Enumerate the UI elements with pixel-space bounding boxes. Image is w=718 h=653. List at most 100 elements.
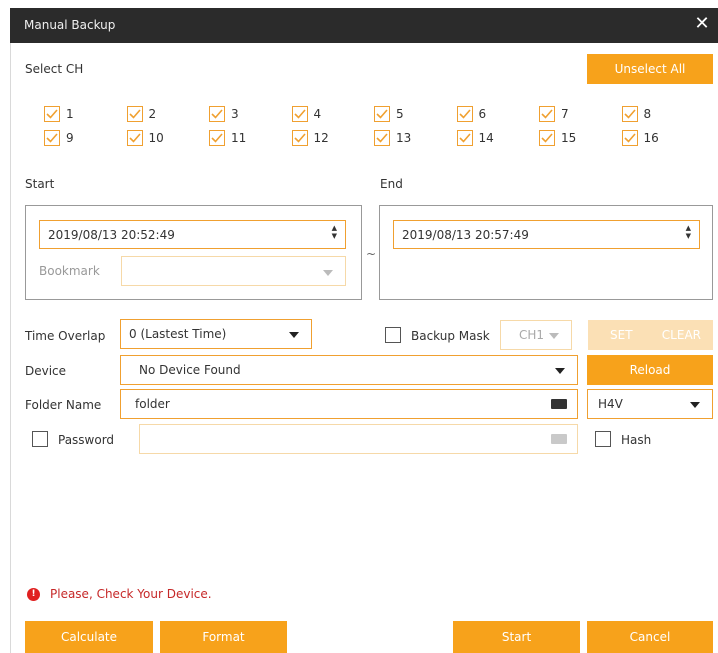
select-ch-label: Select CH	[25, 62, 84, 76]
range-separator: ~	[366, 247, 377, 261]
bookmark-chevron-down-icon	[323, 270, 333, 276]
mask-channel-chevron-down-icon	[549, 333, 559, 339]
channel-label: 16	[643, 131, 659, 145]
mask-channel-select[interactable]: CH1	[500, 320, 572, 350]
error-icon: !	[27, 587, 40, 601]
device-chevron-down-icon	[555, 368, 565, 374]
channel-checkbox-8[interactable]: 8	[621, 106, 682, 122]
start-button[interactable]: Start	[453, 621, 580, 653]
device-label: Device	[25, 364, 67, 378]
backup-mask-checkbox[interactable]	[385, 327, 401, 343]
channel-label: 14	[478, 131, 494, 145]
backup-mask-label: Backup Mask	[411, 329, 490, 343]
check-icon	[374, 130, 390, 146]
end-label: End	[380, 177, 403, 191]
folder-name-label: Folder Name	[25, 398, 102, 412]
time-overlap-chevron-down-icon	[289, 332, 299, 338]
file-format-select[interactable]: H4V	[587, 389, 713, 419]
channel-label: 9	[66, 131, 74, 145]
channel-checkbox-13[interactable]: 13	[374, 130, 434, 146]
title-bar: Manual Backup ✕	[10, 8, 718, 43]
channel-label: 11	[231, 131, 247, 145]
channel-label: 7	[561, 107, 569, 121]
channel-label: 12	[313, 131, 329, 145]
device-value: No Device Found	[139, 363, 241, 377]
channel-checkbox-4[interactable]: 4	[291, 106, 352, 122]
status-message: ! Please, Check Your Device.	[27, 587, 212, 601]
keyboard-icon[interactable]	[551, 434, 567, 444]
channel-label: 10	[148, 131, 164, 145]
channel-checkbox-6[interactable]: 6	[456, 106, 517, 122]
check-icon	[209, 130, 225, 146]
check-icon	[291, 106, 308, 122]
channel-checkbox-5[interactable]: 5	[374, 106, 434, 122]
end-spinner-icon[interactable]: ▲ ▼	[686, 224, 691, 240]
channel-label: 8	[643, 107, 652, 121]
end-panel: 2019/08/13 20:57:49 ▲ ▼	[379, 205, 713, 300]
bookmark-select[interactable]	[121, 256, 346, 286]
check-icon	[621, 106, 638, 122]
cancel-button[interactable]: Cancel	[587, 621, 713, 653]
file-format-chevron-down-icon	[690, 402, 700, 408]
channel-checkbox-7[interactable]: 7	[539, 106, 599, 122]
mask-clear-button[interactable]: CLEAR	[662, 328, 701, 342]
check-icon	[44, 130, 60, 146]
folder-name-value: folder	[135, 397, 170, 411]
format-button[interactable]: Format	[160, 621, 287, 653]
check-icon	[539, 106, 555, 122]
channel-checkbox-14[interactable]: 14	[456, 130, 517, 146]
calculate-button[interactable]: Calculate	[25, 621, 153, 653]
start-datetime-value: 2019/08/13 20:52:49	[48, 227, 175, 242]
check-icon	[126, 106, 143, 122]
start-spinner-icon[interactable]: ▲ ▼	[332, 224, 337, 240]
channel-label: 5	[396, 107, 404, 121]
check-icon	[539, 130, 555, 146]
start-datetime-field[interactable]: 2019/08/13 20:52:49 ▲ ▼	[39, 220, 346, 249]
check-icon	[209, 106, 225, 122]
channel-label: 15	[561, 131, 577, 145]
hash-label: Hash	[621, 433, 652, 447]
window-title: Manual Backup	[24, 18, 116, 32]
channel-label: 3	[231, 107, 239, 121]
file-format-value: H4V	[598, 397, 623, 411]
check-icon	[126, 130, 143, 146]
end-datetime-field[interactable]: 2019/08/13 20:57:49 ▲ ▼	[393, 220, 700, 249]
hash-checkbox[interactable]	[595, 431, 611, 447]
channel-checkbox-15[interactable]: 15	[539, 130, 599, 146]
channel-checkbox-16[interactable]: 16	[621, 130, 682, 146]
mask-set-button[interactable]: SET	[610, 328, 633, 342]
channel-checkbox-2[interactable]: 2	[126, 106, 187, 122]
keyboard-icon[interactable]	[551, 399, 567, 409]
channel-checkbox-10[interactable]: 10	[126, 130, 187, 146]
unselect-all-button[interactable]: Unselect All	[587, 54, 713, 84]
channel-label: 2	[148, 107, 157, 121]
password-input[interactable]	[139, 424, 578, 454]
close-icon[interactable]: ✕	[692, 13, 712, 35]
status-message-text: Please, Check Your Device.	[50, 587, 212, 601]
channel-checkbox-3[interactable]: 3	[209, 106, 269, 122]
channel-checkbox-1[interactable]: 1	[44, 106, 104, 122]
channel-label: 1	[66, 107, 74, 121]
folder-name-input[interactable]: folder	[120, 389, 578, 419]
mask-channel-value: CH1	[519, 328, 545, 342]
password-label: Password	[58, 433, 115, 447]
time-overlap-select[interactable]: 0 (Lastest Time)	[120, 319, 312, 349]
device-select[interactable]: No Device Found	[120, 355, 578, 385]
channel-label: 4	[313, 107, 322, 121]
password-checkbox[interactable]	[32, 431, 48, 447]
channel-label: 6	[478, 107, 487, 121]
bookmark-label: Bookmark	[39, 264, 100, 278]
mask-set-clear-group: SET CLEAR	[588, 320, 713, 350]
channel-label: 13	[396, 131, 412, 145]
end-datetime-value: 2019/08/13 20:57:49	[402, 227, 529, 242]
channel-checkbox-12[interactable]: 12	[291, 130, 352, 146]
reload-button[interactable]: Reload	[587, 355, 713, 385]
check-icon	[621, 130, 638, 146]
check-icon	[374, 106, 390, 122]
time-overlap-value: 0 (Lastest Time)	[129, 327, 227, 341]
start-label: Start	[25, 177, 55, 191]
start-panel: 2019/08/13 20:52:49 ▲ ▼ Bookmark	[25, 205, 362, 300]
channel-checkbox-9[interactable]: 9	[44, 130, 104, 146]
check-icon	[44, 106, 60, 122]
channel-checkbox-11[interactable]: 11	[209, 130, 269, 146]
